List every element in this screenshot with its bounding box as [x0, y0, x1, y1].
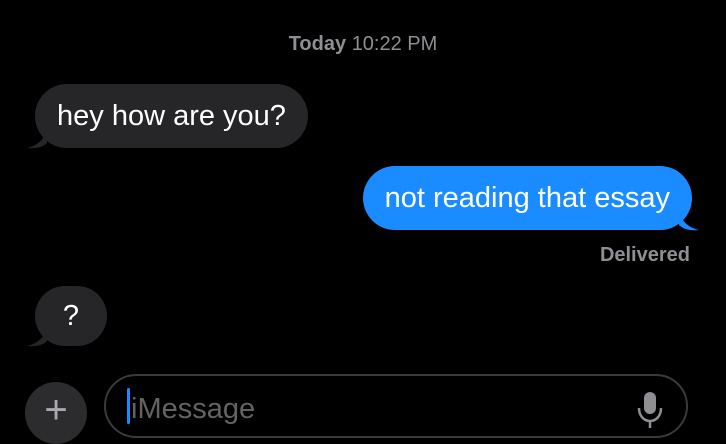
message-text: not reading that essay	[384, 182, 670, 214]
delivery-status: Delivered	[599, 244, 690, 266]
bubble-tail-outgoing	[679, 211, 699, 231]
message-input-placeholder: iMessage	[131, 393, 256, 425]
message-bubble-incoming[interactable]: hey how are you?	[35, 84, 308, 148]
plus-icon: +	[44, 388, 68, 432]
add-attachment-button[interactable]: +	[25, 382, 87, 444]
timestamp-day: Today	[288, 33, 347, 55]
conversation-timestamp: Today 10:22 PM	[0, 33, 726, 56]
bubble-tail-incoming	[27, 327, 47, 347]
microphone-icon[interactable]	[636, 390, 664, 430]
message-text: hey how are you?	[57, 100, 286, 132]
message-input[interactable]: iMessage	[104, 374, 688, 438]
text-cursor	[127, 388, 130, 424]
message-text: ?	[62, 300, 80, 332]
bubble-tail-incoming	[27, 129, 47, 149]
timestamp-time: 10:22 PM	[351, 33, 438, 55]
message-bubble-outgoing[interactable]: not reading that essay	[362, 166, 692, 230]
